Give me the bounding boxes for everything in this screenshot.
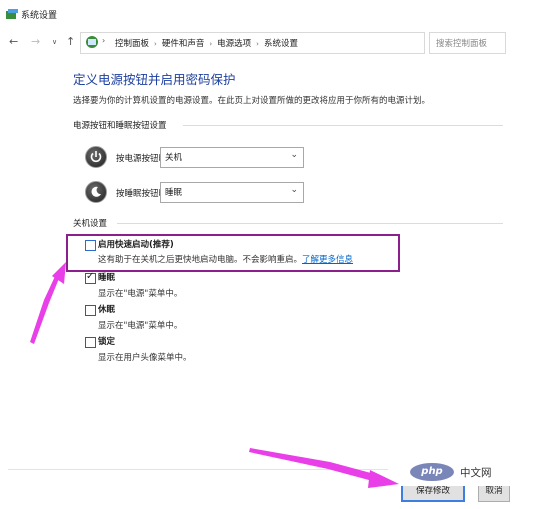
arrow-to-save-button-head: [368, 470, 399, 488]
arrow-to-fast-startup: [30, 270, 62, 344]
arrow-to-save-button: [249, 448, 384, 483]
annotation-arrows: [30, 262, 399, 488]
